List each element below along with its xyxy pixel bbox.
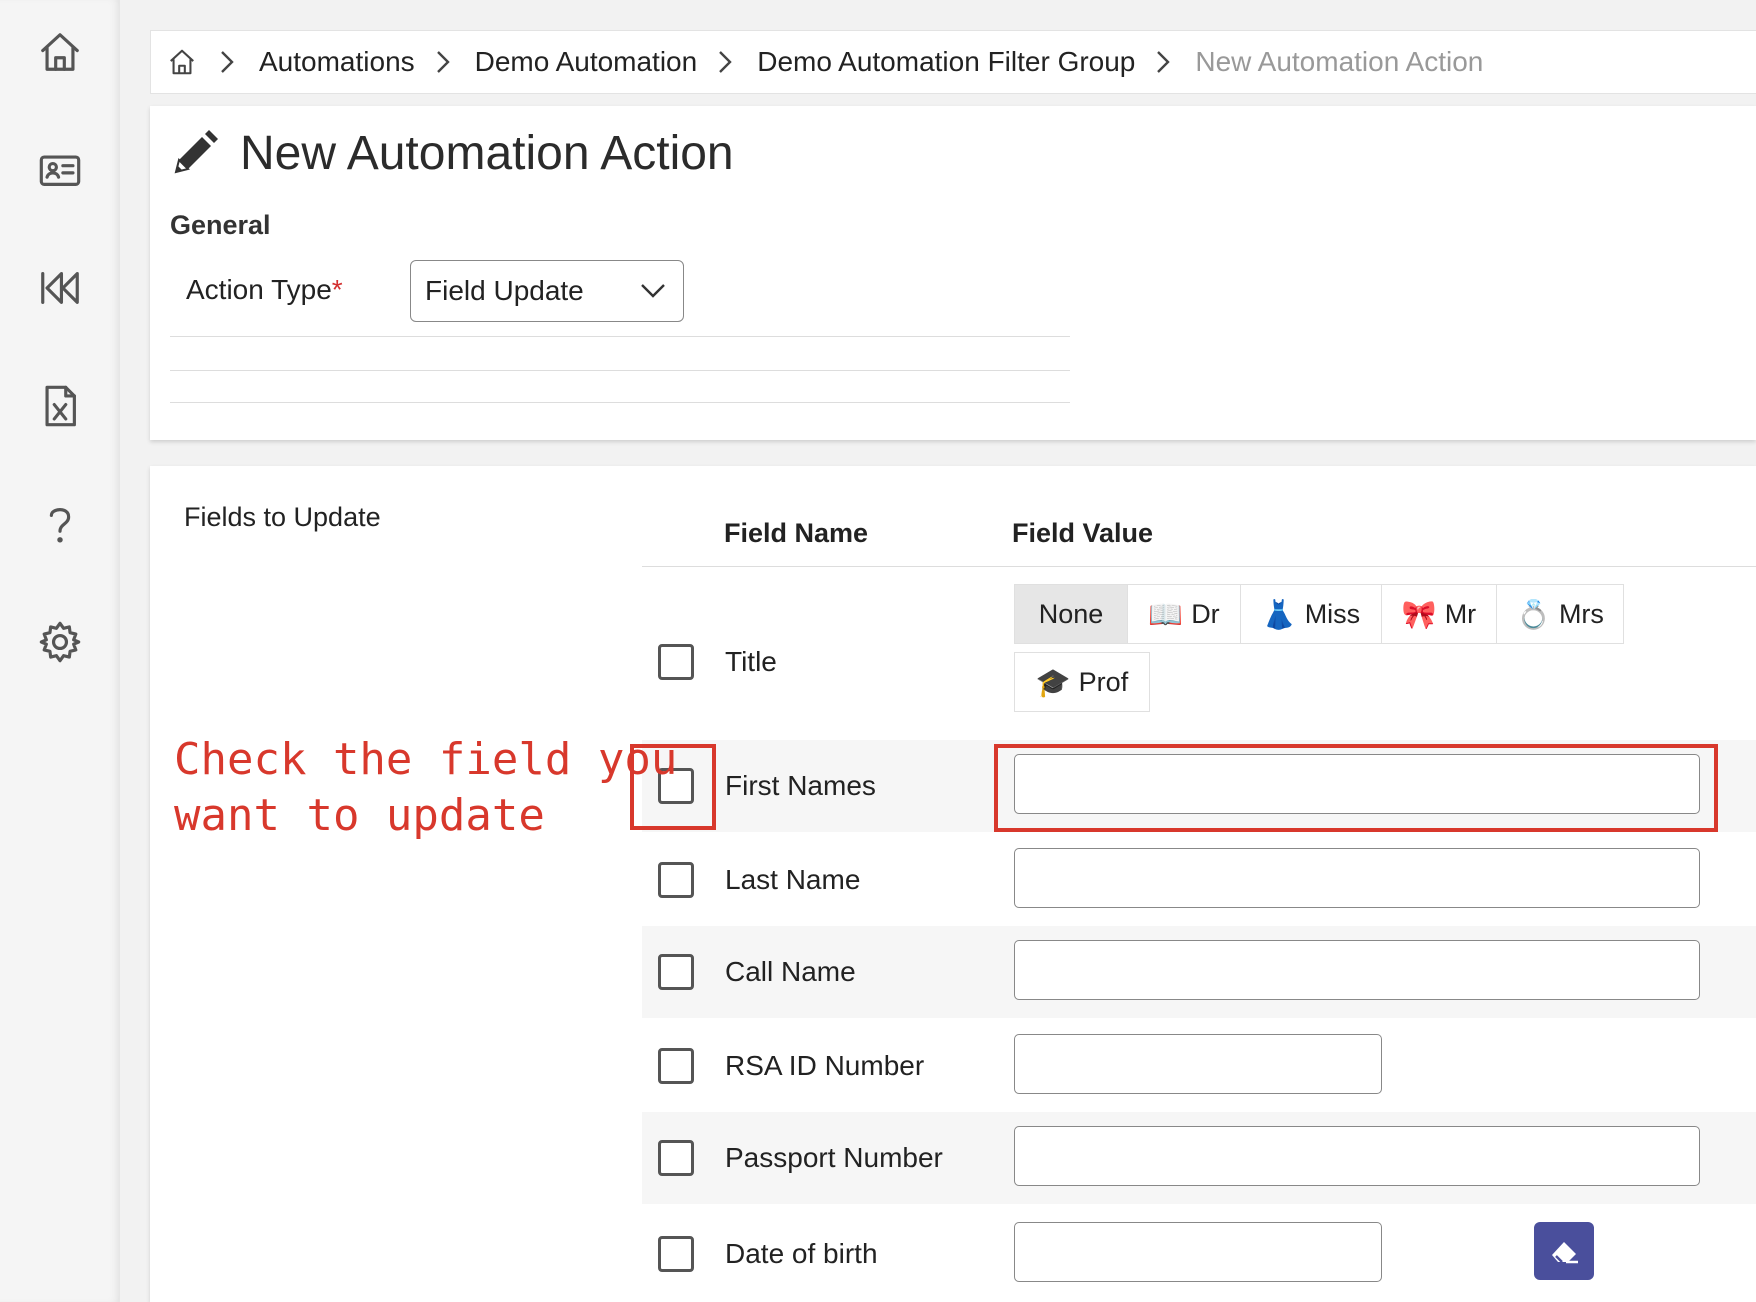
gear-icon[interactable] [30,612,90,672]
field-row-call-name: Call Name [642,926,1756,1018]
annotation-input-highlight [994,744,1718,832]
field-label: RSA ID Number [725,1050,925,1081]
required-marker: * [331,274,343,305]
rsa-id-input[interactable] [1014,1034,1382,1094]
date-of-birth-checkbox[interactable] [658,1236,694,1272]
field-row-passport: Passport Number [642,1112,1756,1204]
field-label: Last Name [725,864,861,895]
field-name-column-header: Field Name [724,518,869,548]
chevron-right-icon [717,49,737,75]
graduation-cap-icon: 🎓 [1035,665,1071,699]
general-panel: New Automation Action General Action Typ… [150,106,1756,440]
field-label: Date of birth [725,1238,878,1269]
annotation-line-2: want to update [174,790,545,841]
option-label: Miss [1304,598,1361,629]
dress-icon: 👗 [1261,597,1297,631]
fields-to-update-label: Fields to Update [184,502,381,532]
breadcrumb-demo-automation[interactable]: Demo Automation [475,46,698,78]
chevron-down-icon [641,284,665,298]
passport-checkbox[interactable] [658,1140,694,1176]
sidebar [0,0,120,1302]
passport-input[interactable] [1014,1126,1700,1186]
bowtie-icon: 🎀 [1401,597,1437,631]
annotation-text: Check the field you want to update [174,732,677,844]
field-label: Passport Number [725,1142,943,1173]
title-option-miss[interactable]: 👗 Miss [1240,584,1382,644]
eraser-icon [1552,1242,1578,1264]
field-row-last-name: Last Name [642,832,1756,926]
divider [170,370,1070,371]
breadcrumb-filter-group[interactable]: Demo Automation Filter Group [757,46,1135,78]
option-label: Dr [1191,598,1220,629]
divider [170,336,1070,337]
option-label: Mrs [1558,598,1604,629]
action-type-value: Field Update [425,275,584,306]
action-type-label: Action Type* [186,274,343,306]
contact-card-icon[interactable] [30,140,90,200]
option-label: Mr [1444,598,1477,629]
title-checkbox[interactable] [658,644,694,680]
breadcrumb-home-icon[interactable] [165,45,199,79]
header-divider [642,566,1756,567]
chevron-right-icon [435,49,455,75]
last-name-checkbox[interactable] [658,862,694,898]
field-label: Call Name [725,956,856,987]
section-general-heading: General [170,210,271,240]
field-row-date-of-birth: Date of birth [642,1204,1756,1302]
action-type-select[interactable]: Field Update [410,260,684,322]
last-name-input[interactable] [1014,848,1700,908]
breadcrumb: Automations Demo Automation Demo Automat… [150,30,1756,94]
option-label: Prof [1078,666,1129,697]
pencil-icon [174,130,218,174]
field-label: Title [725,646,777,677]
chevron-right-icon [1155,49,1175,75]
action-type-label-text: Action Type [186,274,332,305]
annotation-checkbox-highlight [630,744,716,830]
field-row-rsa-id: RSA ID Number [642,1018,1756,1112]
title-option-dr[interactable]: 📖 Dr [1127,584,1241,644]
title-option-mrs[interactable]: 💍 Mrs [1496,584,1624,644]
annotation-line-1: Check the field you [174,734,678,785]
clear-date-button[interactable] [1534,1222,1594,1280]
page-title: New Automation Action [240,127,734,180]
book-icon: 📖 [1148,597,1184,631]
help-icon[interactable] [30,494,90,554]
chevron-right-icon [219,49,239,75]
rewind-icon[interactable] [30,258,90,318]
field-value-column-header: Field Value [1012,518,1154,548]
call-name-checkbox[interactable] [658,954,694,990]
divider [170,402,1070,403]
ring-icon: 💍 [1516,597,1551,631]
title-option-mr[interactable]: 🎀 Mr [1381,584,1497,644]
title-option-prof[interactable]: 🎓 Prof [1014,652,1150,712]
breadcrumb-current: New Automation Action [1195,46,1484,77]
home-icon[interactable] [30,22,90,82]
fields-panel: Fields to Update Field Name Field Value … [150,466,1756,1302]
title-option-none[interactable]: None [1014,584,1128,644]
excel-file-icon[interactable] [30,376,90,436]
call-name-input[interactable] [1014,940,1700,1000]
breadcrumb-automations[interactable]: Automations [259,46,415,78]
date-of-birth-input[interactable] [1014,1222,1382,1282]
field-label: First Names [725,770,876,801]
option-label: None [1038,598,1104,629]
rsa-id-checkbox[interactable] [658,1048,694,1084]
